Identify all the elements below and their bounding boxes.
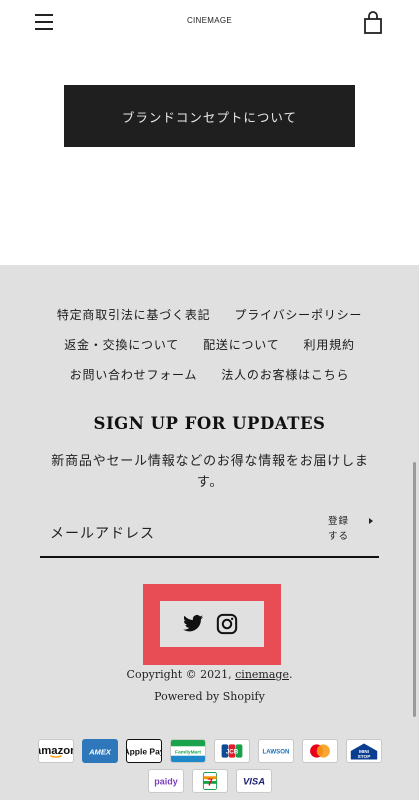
- amex-icon: AMEX: [81, 739, 118, 763]
- visa-label: VISA: [242, 776, 264, 787]
- amex-label: AMEX: [88, 747, 112, 756]
- visa-icon: VISA: [235, 769, 272, 793]
- register-button[interactable]: 登録 する: [328, 514, 378, 550]
- footer-link-shipping[interactable]: 配送について: [203, 335, 279, 365]
- familymart-label: FamilyMart: [175, 749, 201, 755]
- amazon-pay-label: amazon: [39, 745, 73, 757]
- newsletter-form: 登録 する: [40, 510, 379, 558]
- footer-link-contact[interactable]: お問い合わせフォーム: [70, 365, 198, 395]
- social-links-highlight: [143, 584, 281, 665]
- powered-by: Powered by Shopify: [154, 690, 265, 703]
- svg-text:7: 7: [207, 778, 213, 789]
- lawson-icon: LAWSON: [257, 739, 294, 763]
- site-header: CINEMAGE: [0, 0, 419, 46]
- footer-link-legal[interactable]: 特定商取引法に基づく表記: [57, 305, 211, 335]
- arrow-right-icon: [369, 518, 373, 524]
- jcb-icon: JCB: [213, 739, 250, 763]
- seven-eleven-icon: 7: [191, 769, 228, 793]
- payment-methods: amazon AMEX Apple Pay FamilyMart: [0, 739, 419, 799]
- apple-pay-label: Apple Pay: [127, 746, 161, 756]
- shopping-bag-icon[interactable]: [363, 11, 383, 35]
- brand-concept-button[interactable]: ブランドコンセプトについて: [64, 85, 355, 147]
- email-input[interactable]: [50, 526, 310, 542]
- site-logo[interactable]: CINEMAGE: [0, 16, 419, 25]
- instagram-icon[interactable]: [216, 613, 238, 635]
- site-footer: 特定商取引法に基づく表記 プライバシーポリシー 返金・交換について 配送について…: [0, 265, 419, 800]
- amazon-pay-icon: amazon: [37, 739, 74, 763]
- register-label-line2: する: [328, 531, 350, 542]
- lawson-label: LAWSON: [262, 748, 289, 755]
- footer-link-privacy[interactable]: プライバシーポリシー: [234, 305, 362, 335]
- copyright-suffix: .: [288, 668, 293, 681]
- scrollbar[interactable]: [413, 462, 416, 717]
- footer-links: 特定商取引法に基づく表記 プライバシーポリシー 返金・交換について 配送について…: [0, 305, 419, 395]
- copyright: Copyright © 2021, cinemage.: [0, 668, 419, 681]
- copyright-link[interactable]: cinemage: [235, 668, 289, 681]
- paidy-icon: paidy: [147, 769, 184, 793]
- footer-link-refund[interactable]: 返金・交換について: [64, 335, 179, 365]
- familymart-icon: FamilyMart: [169, 739, 206, 763]
- signup-description: 新商品やセール情報などのお得な情報をお届けします。: [51, 454, 369, 490]
- footer-link-terms[interactable]: 利用規約: [304, 335, 355, 365]
- social-links: [160, 601, 264, 647]
- svg-text:STOP: STOP: [357, 754, 370, 760]
- mastercard-icon: [301, 739, 338, 763]
- twitter-icon[interactable]: [183, 613, 204, 634]
- jcb-label: JCB: [225, 748, 238, 755]
- signup-title: SIGN UP FOR UPDATES: [93, 414, 326, 433]
- paidy-label: paidy: [154, 776, 177, 786]
- copyright-prefix: Copyright © 2021,: [126, 668, 236, 681]
- apple-pay-icon: Apple Pay: [125, 739, 162, 763]
- footer-link-corporate[interactable]: 法人のお客様はこちら: [221, 365, 349, 395]
- ministop-icon: MINI STOP: [345, 739, 382, 763]
- svg-text:MINI: MINI: [359, 749, 369, 755]
